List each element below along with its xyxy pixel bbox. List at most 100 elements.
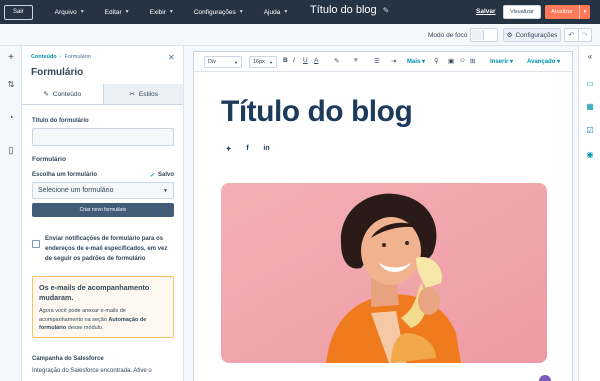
pencil-icon[interactable]: ✎ xyxy=(383,6,390,15)
linkedin-icon[interactable]: in xyxy=(263,145,270,153)
collapse-icon[interactable]: « xyxy=(585,52,595,62)
redo-icon[interactable]: ↷ xyxy=(577,29,592,41)
highlight-icon[interactable]: ✎ xyxy=(334,57,339,65)
menu-exibir[interactable]: Exibir ▼ xyxy=(140,0,184,24)
checklist-icon[interactable]: ☑ xyxy=(585,126,595,136)
menu-label: Arquivo xyxy=(54,8,77,16)
align-icon[interactable]: ≡ xyxy=(354,57,358,64)
text-color-icon[interactable]: A xyxy=(314,57,318,64)
italic-icon[interactable]: I xyxy=(293,57,295,64)
document-title[interactable]: Título do blog ✎ xyxy=(310,4,389,16)
featured-image[interactable] xyxy=(221,183,547,363)
exit-button[interactable]: Sair xyxy=(4,4,33,20)
callout-body: Agora você pode anexar e-mails de acompa… xyxy=(39,307,167,333)
create-form-button[interactable]: Criar novo formulário xyxy=(32,203,174,217)
notify-option: Enviar notificações de formulário para o… xyxy=(32,234,174,264)
callout-body-text-end: desse módulo. xyxy=(66,325,104,331)
bold-icon[interactable]: B xyxy=(283,57,288,64)
calendar-icon[interactable]: ▦ xyxy=(585,102,595,112)
settings-label: Configurações xyxy=(515,31,558,39)
choose-form-label: Escolha um formulário xyxy=(32,172,98,178)
menu-arquivo[interactable]: Arquivo ▼ xyxy=(45,0,95,24)
update-button-group: Atualizar ▼ xyxy=(545,5,590,19)
blog-title[interactable]: Título do blog xyxy=(221,95,413,129)
saved-label: Salvo xyxy=(157,172,174,178)
font-size-value: 16px xyxy=(253,59,265,65)
link-icon[interactable]: ⚲ xyxy=(434,57,439,65)
brush-icon: ✂ xyxy=(129,91,135,98)
chevron-down-icon: ▼ xyxy=(283,9,289,15)
pencil-icon: ✎ xyxy=(43,91,49,98)
focus-mode-toggle[interactable] xyxy=(470,28,498,42)
tab-styles[interactable]: ✂ Estilos xyxy=(103,84,183,104)
add-icon[interactable]: + xyxy=(5,52,17,64)
optimize-icon[interactable]: ◔ xyxy=(5,112,17,124)
secondary-toolbar: Modo de foco ⚙ Configurações ↶ ↷ xyxy=(0,24,600,46)
table-icon[interactable]: ⊞ xyxy=(470,57,475,65)
menu-editar[interactable]: Editar ▼ xyxy=(95,0,140,24)
update-dropdown-toggle[interactable]: ▼ xyxy=(579,5,590,19)
left-icon-rail: + ⇅ ◔ ▯ xyxy=(0,46,22,381)
form-select-value: Selecione um formulário xyxy=(38,187,114,194)
chevron-down-icon: ▼ xyxy=(79,9,85,15)
font-size-select[interactable]: 16px ▼ xyxy=(249,56,277,68)
breadcrumb: Conteúdo › Formulário xyxy=(31,54,91,60)
form-select[interactable]: Selecione um formulário ▼ xyxy=(32,182,174,199)
block-style-value: Div xyxy=(208,59,216,65)
layers-icon[interactable]: ⇅ xyxy=(5,79,17,91)
page-icon[interactable]: ▯ xyxy=(5,144,17,156)
chat-bubble-icon[interactable] xyxy=(539,375,551,381)
block-style-select[interactable]: Div ▼ xyxy=(204,56,242,68)
indent-icon[interactable]: ⇥ xyxy=(391,57,396,65)
module-settings-panel: Conteúdo › Formulário ✕ Formulário ✎ Con… xyxy=(22,46,184,381)
preview-button[interactable]: Visualizar xyxy=(503,5,541,19)
menu-label: Configurações xyxy=(193,8,236,16)
notify-checkbox[interactable] xyxy=(32,240,40,248)
toggle-knob xyxy=(472,30,484,40)
facebook-icon[interactable]: f xyxy=(244,145,251,153)
chevron-down-icon: ▼ xyxy=(582,9,588,15)
check-icon: ✓ xyxy=(149,173,155,179)
saved-status: ✓ Salvo xyxy=(150,172,174,179)
undo-icon[interactable]: ↶ xyxy=(565,29,578,41)
chevron-down-icon: ▼ xyxy=(168,9,174,15)
close-icon[interactable]: ✕ xyxy=(168,53,175,62)
notify-label: Enviar notificações de formulário para o… xyxy=(45,236,168,262)
underline-icon[interactable]: U xyxy=(303,57,308,64)
tab-label: Conteúdo xyxy=(52,90,82,98)
gear-icon: ⚙ xyxy=(506,32,513,39)
tab-content[interactable]: ✎ Conteúdo xyxy=(22,84,104,104)
comment-icon[interactable]: ▭ xyxy=(585,79,595,89)
image-icon[interactable]: ▣ xyxy=(448,57,454,65)
advanced-label: Avançado xyxy=(527,59,556,65)
twitter-icon[interactable]: ✦ xyxy=(225,145,232,153)
bulleted-list-icon[interactable]: ☰ xyxy=(374,57,380,65)
callout-title: Os e-mails de acompanhamento mudaram. xyxy=(39,283,150,302)
caret-down-icon: ▼ xyxy=(163,187,168,194)
insert-label: Inserir xyxy=(490,59,509,65)
menu-ajuda[interactable]: Ajuda ▼ xyxy=(254,0,299,24)
form-title-input[interactable] xyxy=(32,128,174,146)
chevron-down-icon: ▼ xyxy=(238,9,244,15)
salesforce-label: Campanha do Salesforce xyxy=(32,356,104,362)
settings-button[interactable]: ⚙ Configurações xyxy=(503,28,561,42)
update-button[interactable]: Atualizar xyxy=(545,9,579,15)
salesforce-text: Integração do Salesforce encontrada. Ati… xyxy=(32,368,152,374)
advanced-menu[interactable]: Avançado ▾ xyxy=(527,58,560,65)
right-icon-rail: « ▭ ▦ ☑ ◉ xyxy=(578,46,600,381)
breadcrumb-root[interactable]: Conteúdo xyxy=(31,54,57,60)
choose-form-row: Escolha um formulário ✓ Salvo xyxy=(32,172,174,179)
followup-email-callout: Os e-mails de acompanhamento mudaram. Ag… xyxy=(32,276,174,338)
more-menu[interactable]: Mais ▾ xyxy=(407,58,425,65)
content-canvas: Título do blog ✦ f in xyxy=(194,73,572,381)
undo-redo-group: ↶ ↷ xyxy=(564,28,592,42)
breadcrumb-current: Formulário xyxy=(64,54,91,60)
form-title-label: Título do formulário xyxy=(32,118,89,124)
save-button[interactable]: Salvar xyxy=(476,8,496,15)
breadcrumb-separator: › xyxy=(59,54,62,60)
globe-icon[interactable]: ◉ xyxy=(585,150,595,160)
insert-menu[interactable]: Inserir ▾ xyxy=(490,58,513,65)
menu-configuracoes[interactable]: Configurações ▼ xyxy=(184,0,254,24)
focus-mode-label: Modo de foco xyxy=(428,32,468,39)
emoji-icon[interactable]: ☺ xyxy=(459,57,466,64)
